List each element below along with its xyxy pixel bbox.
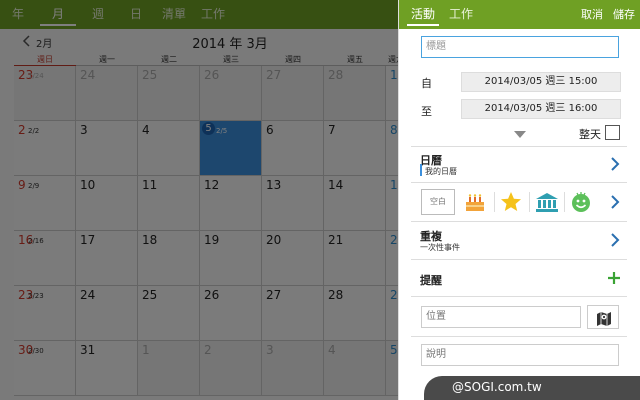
chevron-right-icon[interactable]	[610, 157, 620, 171]
chevron-right-icon[interactable]	[610, 195, 620, 209]
add-icon[interactable]	[607, 271, 621, 285]
sticker-none-option[interactable]: 空白	[421, 189, 455, 215]
tab-event[interactable]: 活動	[406, 0, 440, 29]
calendar-section-value: 我的日曆	[425, 167, 457, 176]
star-icon[interactable]	[497, 188, 525, 216]
expand-more-icon[interactable]	[513, 129, 527, 139]
modal-dim-overlay[interactable]	[0, 0, 398, 400]
sticker-picker: 空白	[421, 186, 631, 218]
calendar-color-marker	[420, 164, 422, 176]
save-button[interactable]: 儲存	[613, 0, 635, 29]
location-input[interactable]: 位置	[421, 306, 581, 328]
tab-task[interactable]: 工作	[449, 0, 473, 29]
divider	[564, 192, 565, 212]
allday-checkbox[interactable]	[605, 125, 620, 140]
watermark: @SOGI.com.tw	[424, 376, 640, 400]
watermark-text: @SOGI.com.tw	[452, 380, 542, 394]
event-panel-toolbar: 活動 工作 取消 儲存	[399, 0, 640, 29]
chevron-right-icon[interactable]	[610, 233, 620, 247]
cancel-button[interactable]: 取消	[581, 0, 603, 29]
map-button[interactable]	[587, 305, 619, 329]
divider	[411, 221, 627, 222]
divider	[411, 336, 627, 337]
description-input[interactable]: 說明	[421, 344, 619, 366]
end-datetime-field[interactable]: 2014/03/05 週三 16:00	[461, 99, 621, 119]
end-label: 至	[421, 105, 432, 118]
reminder-title: 提醒	[420, 274, 442, 287]
divider	[411, 296, 627, 297]
divider	[494, 192, 495, 212]
divider	[411, 182, 627, 183]
divider	[411, 146, 627, 147]
map-icon	[597, 312, 611, 326]
allday-label: 整天	[579, 128, 601, 141]
bank-icon[interactable]	[533, 188, 561, 216]
start-datetime-field[interactable]: 2014/03/05 週三 15:00	[461, 72, 621, 92]
repeat-value: 一次性事件	[420, 243, 460, 252]
start-label: 自	[421, 77, 432, 90]
month-calendar: 年 月 週 日 清單 工作 2月 2014 年 3月 週日週一週二週三週四週五週…	[0, 0, 398, 400]
title-input[interactable]: 標題	[421, 36, 619, 58]
cake-icon[interactable]	[461, 188, 489, 216]
divider	[529, 192, 530, 212]
divider	[411, 259, 627, 260]
smiley-icon[interactable]	[567, 188, 595, 216]
new-event-panel: 活動 工作 取消 儲存 標題 自 2014/03/05 週三 15:00 至 2…	[398, 0, 640, 400]
